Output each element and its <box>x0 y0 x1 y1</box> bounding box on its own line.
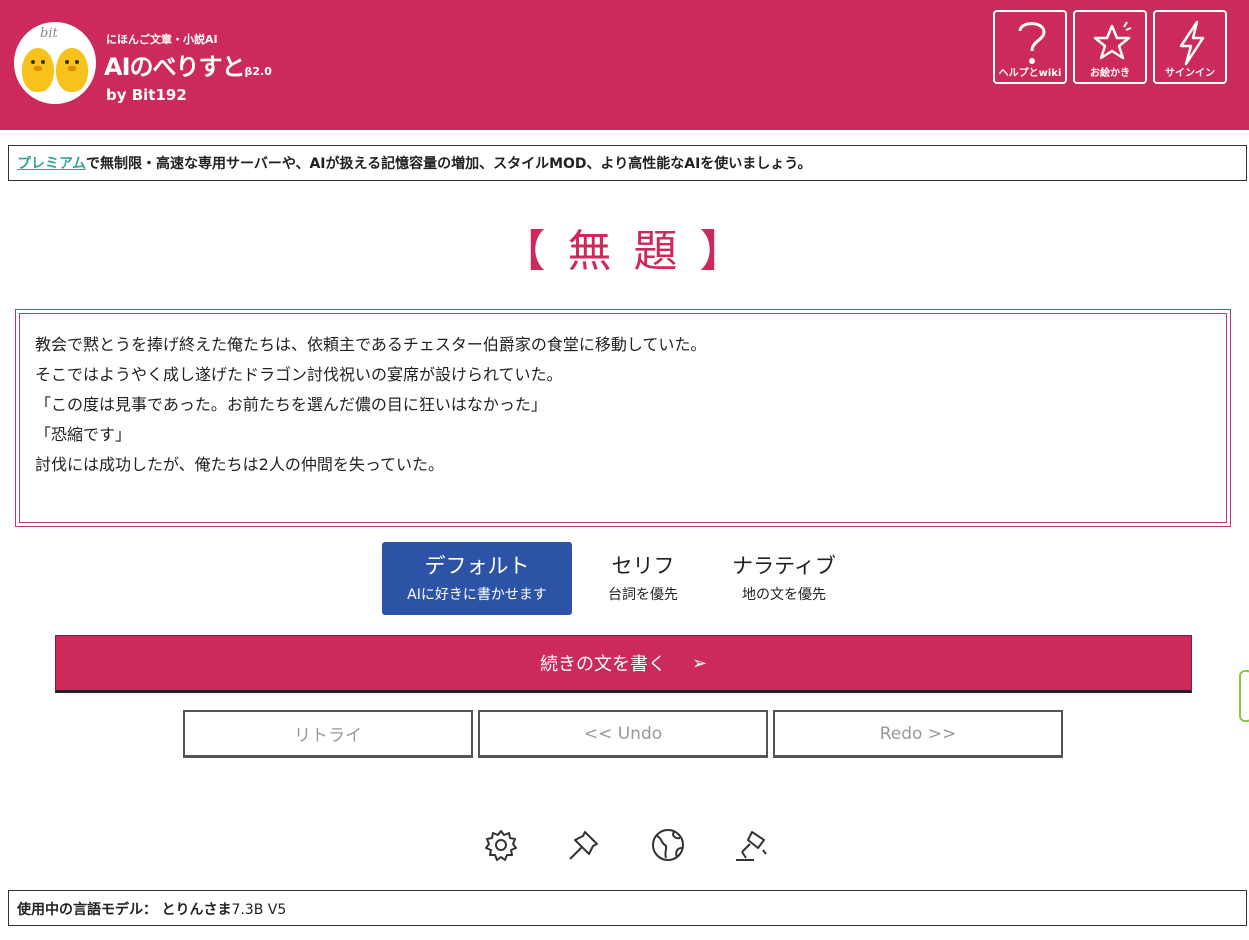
pin-icon[interactable] <box>565 826 603 864</box>
premium-banner: プレミアムで無制限・高速な専用サーバーや、AIが扱える記憶容量の増加、スタイルM… <box>8 145 1247 181</box>
retry-button[interactable]: リトライ <box>183 710 473 758</box>
app-title[interactable]: AIのべりすとβ2.0 <box>104 47 272 82</box>
story-line: そこではようやく成し遂げたドラゴン討伐祝いの宴席が設けられていた。 <box>35 365 563 384</box>
redo-button[interactable]: Redo >> <box>773 710 1063 758</box>
mode-name: デフォルト <box>424 554 530 578</box>
story-editor-frame: 教会で黙とうを捧げ終えた俺たちは、依頼主であるチェスター伯爵家の食堂に移動してい… <box>15 309 1231 527</box>
model-name[interactable]: とりんさま <box>161 902 231 918</box>
story-line: 討伐には成功したが、俺たちは2人の仲間を失っていた。 <box>35 455 445 474</box>
document-title[interactable]: 【 無 題 】 <box>0 215 1249 279</box>
logo-text: bit <box>40 26 58 41</box>
continue-writing-button[interactable]: 続きの文を書く ➢ <box>55 635 1192 693</box>
undo-button[interactable]: << Undo <box>478 710 768 758</box>
question-icon <box>1018 22 1046 64</box>
side-widget[interactable] <box>1239 670 1249 722</box>
draw-label: お絵かき <box>1090 68 1130 79</box>
story-line: 「恐縮です」 <box>35 425 132 444</box>
send-arrow-icon: ➢ <box>691 652 708 674</box>
lightning-icon <box>1179 20 1205 66</box>
app-header: bit にほんご文章・小説AI AIのべりすとβ2.0 by Bit192 ヘル… <box>0 0 1249 130</box>
premium-link[interactable]: プレミアム <box>17 156 86 172</box>
app-title-text: AIのべりすと <box>104 53 246 81</box>
continue-label: 続きの文を書く <box>539 654 666 675</box>
mode-desc: 地の文を優先 <box>742 587 826 603</box>
story-line: 「この度は見事であった。お前たちを選んだ儂の目に狂いはなかった」 <box>35 395 547 414</box>
sign-in-button[interactable]: サインイン <box>1153 10 1227 84</box>
chick-mascot-icon <box>56 48 88 92</box>
draw-button[interactable]: お絵かき <box>1073 10 1147 84</box>
app-logo[interactable]: bit <box>14 22 96 104</box>
help-wiki-label: ヘルプとwiki <box>998 68 1062 79</box>
story-line: 教会で黙とうを捧げ終えた俺たちは、依頼主であるチェスター伯爵家の食堂に移動してい… <box>35 335 707 354</box>
mode-default-tab[interactable]: デフォルト AIに好きに書かせます <box>382 542 572 615</box>
app-author: by Bit192 <box>106 86 187 104</box>
mode-dialogue-tab[interactable]: セリフ 台詞を優先 <box>588 542 698 615</box>
mode-name: セリフ <box>611 554 675 578</box>
sign-in-label: サインイン <box>1165 68 1215 79</box>
help-wiki-button[interactable]: ヘルプとwiki <box>993 10 1067 84</box>
app-subtitle: にほんご文章・小説AI <box>106 33 218 46</box>
mode-desc: 台詞を優先 <box>608 587 678 603</box>
model-status-bar: 使用中の言語モデル： とりんさま7.3B V5 <box>8 890 1247 926</box>
chick-mascot-icon <box>22 48 54 92</box>
globe-icon[interactable] <box>649 826 687 864</box>
mode-narrative-tab[interactable]: ナラティブ 地の文を優先 <box>714 542 854 615</box>
gear-icon[interactable] <box>482 826 520 864</box>
story-editor[interactable]: 教会で黙とうを捧げ終えた俺たちは、依頼主であるチェスター伯爵家の食堂に移動してい… <box>19 313 1227 523</box>
mode-name: ナラティブ <box>732 554 836 578</box>
model-version: 7.3B V5 <box>231 902 287 918</box>
premium-text: で無制限・高速な専用サーバーや、AIが扱える記憶容量の増加、スタイルMOD、より… <box>86 156 812 172</box>
model-label: 使用中の言語モデル： <box>17 902 157 918</box>
lamp-icon[interactable] <box>732 826 770 864</box>
star-icon <box>1093 21 1132 60</box>
app-version: β2.0 <box>244 65 272 78</box>
mode-desc: AIに好きに書かせます <box>407 587 547 603</box>
